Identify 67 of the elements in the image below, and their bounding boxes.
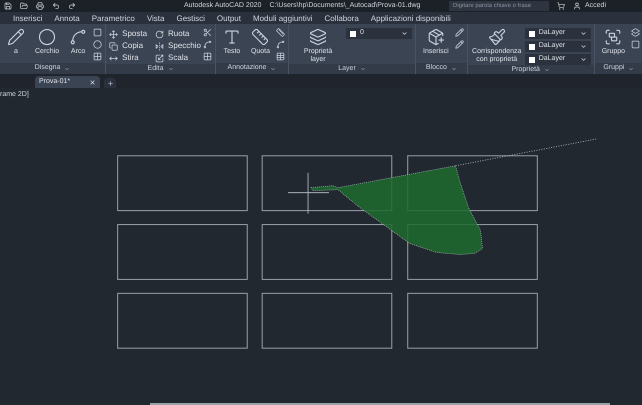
scrollbar[interactable] [150,403,610,405]
attribute-icon[interactable] [454,40,464,49]
color-swatch-icon [528,56,535,62]
dimension-icon [251,28,270,46]
crosshair-cursor [288,172,330,214]
array-icon[interactable] [202,52,212,61]
hatch-icon[interactable] [93,52,102,61]
layers-icon [309,28,328,46]
ribbon-tab[interactable]: Moduli aggiuntivi [248,13,318,24]
move-icon [109,30,118,38]
new-tab-button[interactable] [104,78,116,88]
trim-icon[interactable] [202,28,212,37]
caret-icon [360,66,366,72]
scale-icon [155,54,164,62]
line-icon [7,28,25,46]
stretch-icon [109,54,118,62]
group-icon [604,28,622,46]
rotate-icon [155,30,164,38]
user-icon [572,2,581,10]
ribbon-tool-button[interactable]: Sposta [109,28,148,40]
ribbon-tool-button[interactable]: Scala [155,52,201,64]
table-icon[interactable] [276,52,286,61]
print-icon[interactable] [36,2,44,10]
save-icon[interactable] [4,2,12,10]
redo-icon[interactable] [68,2,76,10]
leader-icon[interactable] [276,40,286,49]
ribbon-tab[interactable]: Applicazioni disponibili [366,13,456,24]
caret-icon [401,30,408,37]
ribbon-tab[interactable]: Parametrico [86,13,140,24]
caret-icon [270,66,276,72]
cart-icon[interactable] [556,2,565,10]
plus-icon [106,80,114,86]
ribbon-tab[interactable]: Vista [142,13,170,24]
caret-icon [64,66,70,72]
caret-icon [168,66,174,72]
color-swatch-icon [528,44,535,50]
ribbon-tab[interactable]: Collabora [320,13,364,24]
select-icon[interactable] [631,40,640,49]
rectangle-icon[interactable] [93,28,102,37]
ribbon-tool-button[interactable]: Stira [109,52,148,64]
color-swatch-icon [350,30,356,36]
ribbon-tool-button[interactable]: Specchio [155,40,201,52]
close-icon [89,78,96,86]
copy-icon [109,42,118,50]
brush-icon [488,28,506,46]
fillet-icon[interactable] [202,40,212,49]
ungroup-icon[interactable] [631,28,640,37]
ribbon-tab[interactable]: Output [212,13,246,24]
ribbon-tab[interactable]: Gestisci [171,13,210,24]
circle-icon [38,28,56,46]
caret-icon [450,66,457,72]
folder-icon[interactable] [20,2,28,10]
text-icon [222,28,241,46]
mirror-icon [155,42,164,50]
undo-icon[interactable] [52,2,60,10]
arc-icon [69,28,88,46]
block-insert-icon [426,28,445,46]
ellipse-icon[interactable] [93,40,102,49]
ribbon-tab[interactable]: Inserisci [8,13,48,24]
caret-icon [544,67,550,74]
ribbon-tool-button[interactable]: Ruota [155,28,201,40]
ribbon-tab[interactable]: Annota [49,13,85,24]
dimension-icon[interactable] [276,28,286,37]
edit-block-icon[interactable] [454,28,464,37]
color-swatch-icon [528,30,535,36]
ribbon-tool-button[interactable]: Copia [109,40,148,52]
caret-icon [628,66,634,72]
